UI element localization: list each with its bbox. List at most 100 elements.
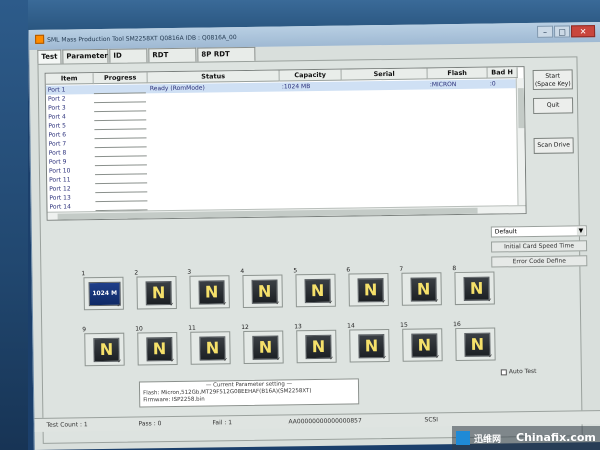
check-icon: ✓: [488, 353, 493, 360]
port-tile[interactable]: 14 N ✓: [347, 322, 392, 365]
cell-bad: [490, 133, 516, 142]
port-tile[interactable]: 11 N ✓: [188, 324, 233, 367]
port-number: 4: [240, 268, 245, 276]
port-tile[interactable]: 12 N ✓: [241, 323, 286, 366]
cell-bad: [490, 88, 516, 97]
port-label: N: [205, 338, 220, 358]
port-number: 5: [293, 267, 298, 275]
port-tile[interactable]: 10 N ✓: [135, 325, 180, 368]
port-label: N: [416, 279, 431, 299]
tab-id-table[interactable]: ID Table: [109, 48, 148, 73]
column-header-flash[interactable]: Flash: [427, 67, 488, 80]
check-icon: ✓: [117, 358, 122, 365]
status-fail: Fail : 1: [212, 419, 233, 427]
check-icon: ✓: [223, 357, 228, 364]
port-frame: N ✓: [402, 328, 443, 362]
port-frame: N ✓: [401, 272, 442, 306]
port-tile[interactable]: 2 N ✓: [134, 269, 179, 312]
port-tile[interactable]: 1 1024 M ✓: [81, 270, 126, 313]
column-header-capacity[interactable]: Capacity: [279, 69, 342, 82]
port-tile[interactable]: 15 N ✓: [400, 321, 445, 364]
port-number: 6: [346, 266, 351, 274]
port-label: N: [470, 334, 485, 354]
port-label: N: [311, 336, 326, 357]
grid-vertical-scrollbar[interactable]: [515, 78, 526, 208]
parameter-log: — Current Parameter setting — Flash: Mic…: [138, 378, 360, 408]
port-tile[interactable]: 6 N ✓: [346, 266, 391, 309]
check-icon: ✓: [276, 356, 281, 363]
profile-dropdown[interactable]: Default ▼: [490, 225, 587, 238]
quit-button[interactable]: Quit: [532, 97, 574, 114]
auto-test-label: Auto Test: [508, 367, 537, 376]
watermark-en: Chinafix.com: [516, 431, 596, 444]
minimize-button[interactable]: –: [536, 25, 554, 38]
column-header-serial[interactable]: Serial: [341, 68, 428, 81]
port-number: 2: [134, 269, 139, 277]
port-tile[interactable]: 4 N ✓: [240, 267, 285, 310]
port-frame: N ✓: [189, 275, 230, 309]
port-frame: N ✓: [137, 331, 178, 366]
close-button[interactable]: ✕: [570, 25, 596, 38]
port-tile[interactable]: 7 N ✓: [399, 265, 444, 308]
port-label: N: [469, 278, 484, 298]
drive-status-icon: N: [199, 336, 226, 361]
column-header-bad[interactable]: Bad H: [487, 67, 518, 79]
check-icon: ✓: [434, 298, 440, 305]
column-header-progress[interactable]: Progress: [93, 72, 148, 85]
port-tile[interactable]: 3 N ✓: [187, 268, 232, 311]
port-label: N: [151, 283, 166, 303]
tab-parameter[interactable]: Parameter: [62, 48, 109, 64]
port-frame: N ✓: [349, 328, 390, 363]
tab-8p-rdt-result[interactable]: 8P RDT Result: [197, 46, 256, 72]
drive-status-icon: N: [198, 280, 225, 305]
watermark-logo-icon: [456, 431, 470, 445]
port-frame: N ✓: [455, 327, 496, 362]
drive-status-icon: N: [146, 337, 173, 362]
auto-test-checkbox[interactable]: Auto Test: [500, 367, 537, 376]
column-header-item[interactable]: Item: [45, 73, 94, 85]
drive-status-icon: N: [93, 337, 120, 363]
status-mode: SCSI: [424, 416, 439, 424]
check-icon: ✓: [435, 354, 440, 361]
drive-status-icon: N: [357, 278, 384, 303]
port-label: N: [258, 337, 273, 357]
scan-drive-button[interactable]: Scan Drive: [533, 137, 574, 154]
profile-dropdown-value: Default: [494, 228, 517, 236]
port-label: N: [257, 281, 272, 301]
start-button[interactable]: Start (Space Key): [532, 69, 573, 90]
port-label: N: [364, 336, 379, 356]
status-pass: Pass : 0: [138, 420, 162, 428]
port-tile[interactable]: 13 N ✓: [294, 323, 339, 366]
drive-status-icon: N: [145, 281, 172, 306]
port-frame: N ✓: [190, 331, 231, 365]
initial-card-speed-button[interactable]: Initial Card Speed Time: [490, 240, 588, 253]
window-title: SML Mass Production Tool SM2258XT Q0816A…: [47, 34, 237, 44]
port-tile[interactable]: 8 N ✓: [452, 264, 497, 307]
port-frame: N ✓: [296, 329, 337, 364]
check-icon: ✓: [170, 357, 175, 365]
maximize-button[interactable]: □: [553, 25, 571, 38]
cell-bad: [491, 160, 517, 169]
port-tile[interactable]: 5 N ✓: [293, 267, 338, 310]
drive-status-icon: N: [305, 334, 332, 360]
drive-status-icon: N: [464, 332, 491, 357]
check-icon: ✓: [328, 299, 334, 306]
error-code-define-button[interactable]: Error Code Define: [491, 255, 588, 268]
port-frame: N ✓: [348, 272, 389, 307]
cell-bad: [490, 115, 516, 124]
cell-bad: :0: [489, 80, 496, 88]
app-icon: [35, 34, 45, 44]
tab-rdt-result[interactable]: RDT Result: [148, 47, 197, 72]
port-label: N: [204, 282, 219, 302]
port-frame: N ✓: [454, 271, 495, 306]
tab-test[interactable]: Test: [37, 49, 62, 65]
port-tile[interactable]: 16 N ✓: [453, 320, 498, 363]
port-tile[interactable]: 9 N ✓: [82, 326, 127, 369]
port-label: N: [99, 339, 114, 360]
check-icon: ✓: [487, 297, 493, 304]
column-header-status[interactable]: Status: [147, 70, 280, 84]
watermark-cn: 迅维网: [474, 435, 502, 445]
start-button-hotkey: (Space Key): [534, 80, 571, 88]
port-number: 8: [452, 265, 457, 273]
checkbox-icon: [500, 368, 507, 375]
